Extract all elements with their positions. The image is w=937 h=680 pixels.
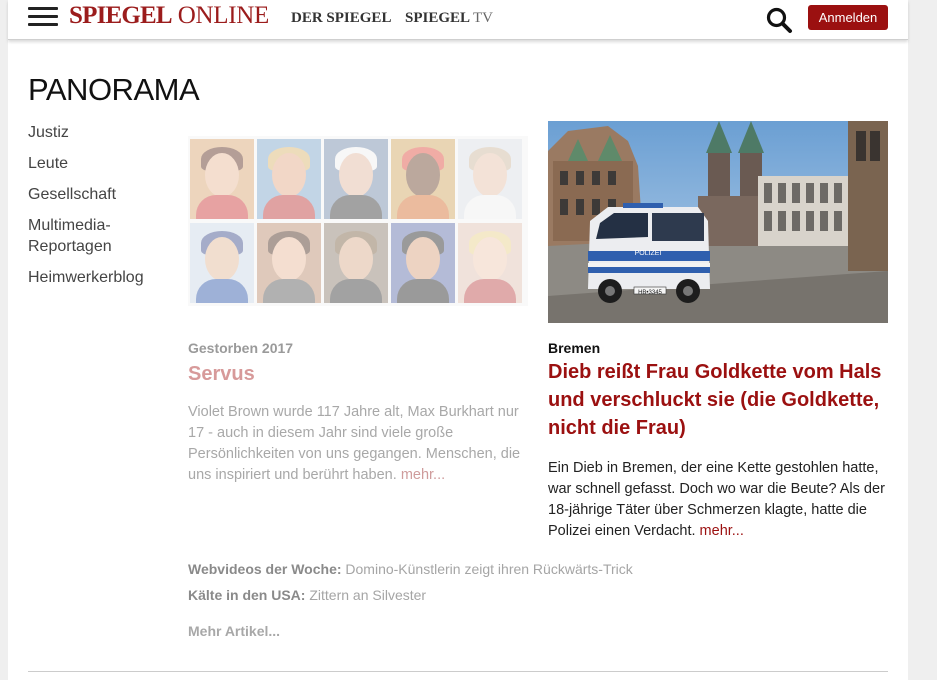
subnav-item-leute[interactable]: Leute [28,153,168,174]
portrait [324,223,388,303]
van-police-label: POLIZEI [635,250,662,257]
login-button[interactable]: Anmelden [808,5,888,30]
right-teaser-more-link[interactable]: mehr... [700,523,744,539]
left-teaser-headline[interactable]: Servus [188,360,255,388]
portrait [257,223,321,303]
portrait [391,139,455,219]
spiegel-online-logo[interactable]: SPIEGEL ONLINE [69,2,269,30]
left-teaser-kicker: Gestorben 2017 [188,340,294,356]
extra-text: Domino-Künstlerin zeigt ihren Rückwärts-… [345,561,633,577]
portrait [391,223,455,303]
page: SPIEGEL ONLINE DER SPIEGEL SPIEGEL TV An… [8,0,908,680]
left-teaser-more-link[interactable]: mehr... [401,467,445,483]
nav-spiegel-tv-bold: SPIEGEL [405,10,470,26]
subnav-item-justiz[interactable]: Justiz [28,122,168,143]
more-articles-link[interactable]: Mehr Artikel... [188,623,280,639]
obituary-collage-image[interactable] [188,136,528,306]
nav-spiegel-tv-light: TV [472,10,493,26]
portrait [324,139,388,219]
site-header: SPIEGEL ONLINE DER SPIEGEL SPIEGEL TV An… [8,0,908,40]
bremen-market-square-photo[interactable]: HB•3345 POLIZEI [548,121,888,323]
section-subnav: Justiz Leute Gesellschaft Multimedia-Rep… [28,122,168,298]
subnav-item-gesellschaft[interactable]: Gesellschaft [28,184,168,205]
right-teaser-headline[interactable]: Dieb reißt Frau Goldkette vom Hals und v… [548,358,893,442]
van-plate-text: HB•3345 [638,290,662,296]
right-teaser-kicker: Bremen [548,340,601,356]
nav-der-spiegel[interactable]: DER SPIEGEL [291,10,391,27]
subnav-item-multimedia[interactable]: Multimedia-Reportagen [28,215,128,257]
extra-text: Zittern an Silvester [309,587,427,603]
nav-spiegel-tv[interactable]: SPIEGEL TV [405,10,493,27]
section-title: PANORAMA [28,72,200,107]
extra-label: Webvideos der Woche: [188,561,342,577]
extra-label: Kälte in den USA: [188,587,306,603]
right-teaser-text: Ein Dieb in Bremen, der eine Kette gesto… [548,458,893,542]
left-teaser-text: Violet Brown wurde 117 Jahre alt, Max Bu… [188,402,523,486]
extra-link-kaelte[interactable]: Kälte in den USA: Zittern an Silvester [188,587,426,603]
section-divider [28,671,888,672]
portrait [458,139,522,219]
menu-icon[interactable] [28,7,58,27]
subnav-item-heimwerkerblog[interactable]: Heimwerkerblog [28,267,168,288]
portrait [190,139,254,219]
logo-bold: SPIEGEL [69,2,173,29]
portrait [458,223,522,303]
portrait [257,139,321,219]
search-icon[interactable] [765,6,793,34]
extra-link-webvideos[interactable]: Webvideos der Woche: Domino-Künstlerin z… [188,561,633,577]
logo-light: ONLINE [177,2,270,29]
left-teaser-body: Violet Brown wurde 117 Jahre alt, Max Bu… [188,404,521,483]
portrait [190,223,254,303]
